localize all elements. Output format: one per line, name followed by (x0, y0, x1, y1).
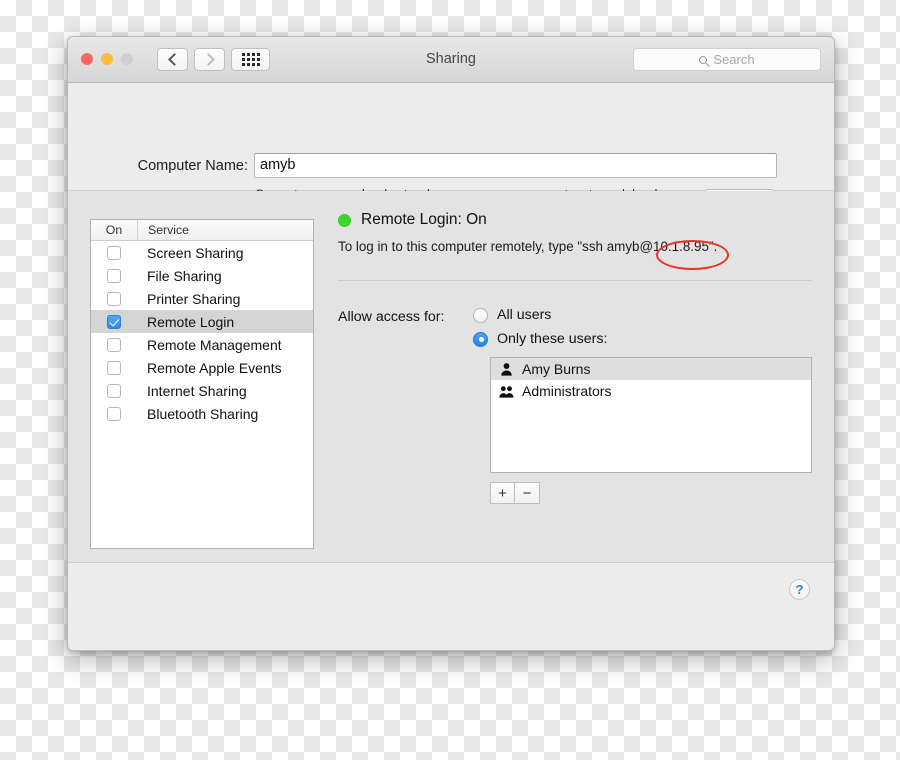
service-checkbox-cell[interactable] (91, 291, 137, 306)
service-row-remote-management[interactable]: Remote Management (91, 333, 313, 356)
user-name: Administrators (522, 383, 612, 399)
remove-user-button[interactable]: − (515, 482, 540, 504)
user-list-item[interactable]: Amy Burns (491, 358, 811, 380)
checkbox-printer-sharing[interactable] (107, 291, 121, 306)
computer-name-label: Computer Name: (137, 158, 248, 174)
access-control-group: Allow access for: All users Only these u… (338, 307, 812, 504)
service-label: Printer Sharing (147, 290, 241, 307)
group-person-icon (499, 385, 514, 398)
services-list[interactable]: On Service Screen Sharing File Sharing P… (90, 219, 314, 549)
help-button[interactable]: ? (789, 579, 810, 600)
service-label: Internet Sharing (147, 382, 247, 399)
service-row-internet-sharing[interactable]: Internet Sharing (91, 379, 313, 402)
service-row-file-sharing[interactable]: File Sharing (91, 264, 313, 287)
service-label: Screen Sharing (147, 244, 244, 261)
user-list-controls: + − (490, 482, 812, 504)
service-detail-pane: Remote Login: On To log in to this compu… (338, 211, 812, 504)
ssh-instruction-text: To log in to this computer remotely, typ… (338, 239, 718, 254)
window-titlebar: Sharing Search (68, 37, 834, 83)
search-icon (699, 55, 708, 64)
checkbox-remote-apple-events[interactable] (107, 360, 121, 375)
service-label: Remote Management (147, 336, 282, 353)
sharing-preferences-window: Sharing Search Computer Name: amyb Compu… (67, 36, 835, 651)
service-checkbox-cell[interactable] (91, 337, 137, 352)
computer-name-section: Computer Name: amyb Computers on your lo… (68, 83, 834, 213)
search-input[interactable]: Search (633, 48, 821, 71)
service-checkbox-cell[interactable] (91, 383, 137, 398)
checkbox-bluetooth-sharing[interactable] (107, 406, 121, 421)
status-label: Remote Login: On (361, 211, 487, 228)
single-person-icon (501, 362, 512, 376)
service-checkbox-cell[interactable] (91, 406, 137, 421)
service-checkbox-cell[interactable] (91, 268, 137, 283)
checkbox-file-sharing[interactable] (107, 268, 121, 283)
service-row-screen-sharing[interactable]: Screen Sharing (91, 241, 313, 264)
status-indicator-icon (338, 213, 351, 227)
service-row-remote-login[interactable]: Remote Login (91, 310, 313, 333)
service-label: Remote Apple Events (147, 359, 282, 376)
services-list-header: On Service (91, 220, 313, 241)
checkbox-internet-sharing[interactable] (107, 383, 121, 398)
service-label: File Sharing (147, 267, 222, 284)
computer-name-field[interactable]: amyb (254, 153, 777, 178)
service-row-printer-sharing[interactable]: Printer Sharing (91, 287, 313, 310)
search-placeholder: Search (713, 52, 755, 67)
radio-all-users[interactable]: All users (473, 307, 812, 323)
service-label: Remote Login (147, 313, 235, 330)
window-bottom-bar: ? (68, 563, 834, 650)
service-row-bluetooth-sharing[interactable]: Bluetooth Sharing (91, 402, 313, 425)
checkbox-screen-sharing[interactable] (107, 245, 121, 260)
service-checkbox-cell[interactable] (91, 360, 137, 375)
sharing-body: On Service Screen Sharing File Sharing P… (68, 191, 834, 563)
checkbox-remote-login[interactable] (107, 314, 121, 329)
service-row-remote-apple-events[interactable]: Remote Apple Events (91, 356, 313, 379)
column-header-on: On (105, 223, 123, 237)
radio-label-only-these-users: Only these users: (497, 331, 608, 347)
service-label: Bluetooth Sharing (147, 405, 259, 422)
radio-label-all-users: All users (497, 307, 552, 323)
service-checkbox-cell[interactable] (91, 245, 137, 260)
radio-button-all-users[interactable] (473, 307, 488, 323)
allowed-users-list[interactable]: Amy Burns Administrators (490, 357, 812, 473)
checkbox-remote-management[interactable] (107, 337, 121, 352)
service-status: Remote Login: On (338, 211, 812, 229)
radio-button-only-these-users[interactable] (473, 331, 488, 347)
user-name: Amy Burns (522, 361, 591, 377)
column-header-service: Service (137, 220, 313, 240)
allow-access-label: Allow access for: (338, 309, 445, 325)
radio-only-these-users[interactable]: Only these users: (473, 331, 812, 347)
user-list-item[interactable]: Administrators (491, 380, 811, 402)
pane-divider (338, 280, 812, 281)
add-user-button[interactable]: + (490, 482, 515, 504)
service-checkbox-cell[interactable] (91, 314, 137, 329)
